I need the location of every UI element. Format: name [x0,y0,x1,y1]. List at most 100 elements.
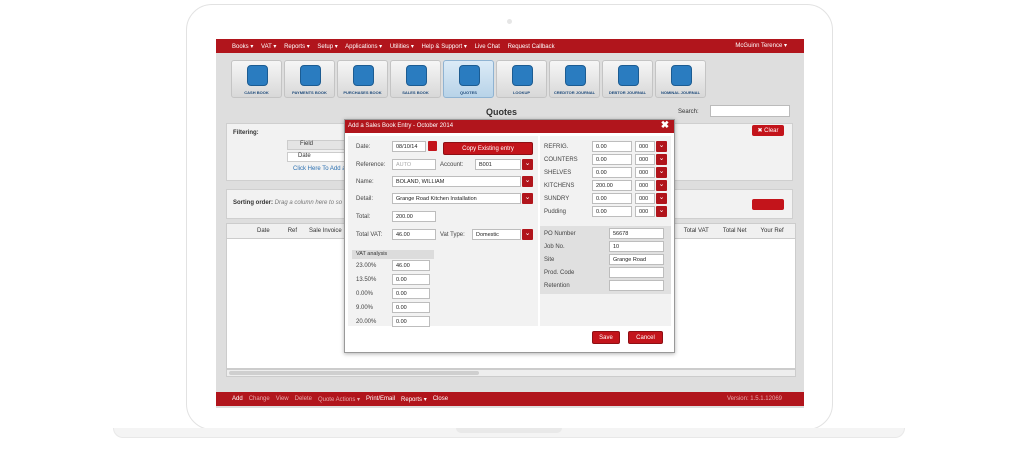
total-field[interactable]: 200.00 [392,211,436,222]
po-number-field[interactable]: 56678 [609,228,664,239]
extra-label: Site [544,257,555,263]
vat-rate-label: 20.00% [356,319,377,325]
job-no-field[interactable]: 10 [609,241,664,252]
category-amount[interactable]: 0.00 [592,141,632,152]
scrollbar-thumb[interactable] [229,371,479,375]
category-label: COUNTERS [544,157,578,163]
category-amount[interactable]: 0.00 [592,193,632,204]
menu-reports[interactable]: Reports ▾ [284,44,310,50]
category-amount[interactable]: 200.00 [592,180,632,191]
col-ref[interactable]: Ref [288,228,297,234]
close-button[interactable]: Close [433,396,448,402]
menu-help-support[interactable]: Help & Support ▾ [422,44,467,50]
tile-label: CASH BOOK [244,90,269,95]
category-amount[interactable]: 0.00 [592,206,632,217]
vat-rate-field[interactable]: 0.00 [392,288,430,299]
chevron-down-icon[interactable]: ⌄ [656,206,667,217]
account-field[interactable]: B001 [475,159,521,170]
menu-setup[interactable]: Setup ▾ [317,44,337,50]
chevron-down-icon[interactable]: ⌄ [656,167,667,178]
prod-code-field[interactable] [609,267,664,278]
category-label: KITCHENS [544,183,575,189]
delete-button[interactable]: Delete [295,396,312,402]
quote-actions-menu[interactable]: Quote Actions ▾ [318,396,360,403]
chevron-down-icon[interactable]: ⌄ [522,176,533,187]
horizontal-scrollbar[interactable] [226,369,796,377]
user-menu[interactable]: McGuinn Terence ▾ [735,42,787,49]
tile-nominal-journal[interactable]: NOMINAL JOURNAL [655,60,706,98]
sorting-hint: Drag a column here to so [274,200,343,206]
page-title: Quotes [486,107,518,117]
category-code[interactable]: 000 [635,167,655,178]
vat-rate-field[interactable]: 46.00 [392,260,430,271]
vat-rate-field[interactable]: 0.00 [392,316,430,327]
menu-live-chat[interactable]: Live Chat [475,44,500,50]
vat-type-select[interactable]: Domestic [472,229,521,240]
clear-filter-button[interactable]: ✖ Clear [752,125,784,136]
tile-debtor-journal[interactable]: DEBTOR JOURNAL [602,60,653,98]
menu-vat[interactable]: VAT ▾ [261,44,276,50]
cancel-button[interactable]: Cancel [628,331,663,344]
tile-creditor-journal[interactable]: CREDITOR JOURNAL [549,60,600,98]
chevron-down-icon[interactable]: ⌄ [656,180,667,191]
category-amount[interactable]: 0.00 [592,167,632,178]
category-code[interactable]: 000 [635,206,655,217]
vat-rate-label: 13.50% [356,277,377,283]
chevron-down-icon[interactable]: ⌄ [656,193,667,204]
tile-quotes[interactable]: QUOTES [443,60,494,98]
category-amount[interactable]: 0.00 [592,154,632,165]
total-vat-field[interactable]: 46.00 [392,229,436,240]
tile-payments-book[interactable]: PAYMENTS BOOK [284,60,335,98]
chevron-down-icon[interactable]: ⌄ [656,141,667,152]
top-menu-bar: Books ▾ VAT ▾ Reports ▾ Setup ▾ Applicat… [216,39,804,53]
col-sale-invoice[interactable]: Sale Invoice [309,228,342,234]
tile-purchases-book[interactable]: PURCHASES BOOK [337,60,388,98]
dialog-close-icon[interactable]: ✖ [660,121,670,131]
change-button[interactable]: Change [249,396,270,402]
view-button[interactable]: View [276,396,289,402]
search-input[interactable] [710,105,790,117]
print-email-button[interactable]: Print/Email [366,396,395,402]
clear-sort-button[interactable] [752,199,784,210]
calculator-icon [353,65,374,86]
search-label: Search: [678,109,699,115]
save-button[interactable]: Save [592,331,620,344]
chevron-down-icon[interactable]: ⌄ [522,229,533,240]
calendar-icon[interactable] [428,141,437,151]
tile-label: CREDITOR JOURNAL [553,90,596,95]
category-code[interactable]: 000 [635,141,655,152]
category-code[interactable]: 000 [635,180,655,191]
col-total-vat[interactable]: Total VAT [684,228,709,234]
reports-menu[interactable]: Reports ▾ [401,396,427,403]
clear-button-label: Clear [764,127,779,134]
chevron-down-icon[interactable]: ⌄ [522,193,533,204]
add-button[interactable]: Add [232,396,243,402]
tile-cash-book[interactable]: CASH BOOK [231,60,282,98]
tile-label: PAYMENTS BOOK [292,90,327,95]
col-total-net[interactable]: Total Net [723,228,747,234]
chevron-down-icon[interactable]: ⌄ [522,159,533,170]
date-field[interactable]: 08/10/14 [392,141,426,152]
site-field[interactable]: Grange Road [609,254,664,265]
detail-label: Detail: [356,196,374,202]
tile-sales-book[interactable]: SALES BOOK [390,60,441,98]
col-your-ref[interactable]: Your Ref [761,228,784,234]
close-icon: ✖ [757,128,765,134]
vat-rate-field[interactable]: 0.00 [392,274,430,285]
reference-field[interactable]: AUTO [392,159,436,170]
card-icon [300,65,321,86]
name-field[interactable]: BOLAND, WILLIAM [392,176,521,187]
chevron-down-icon[interactable]: ⌄ [656,154,667,165]
vat-rate-field[interactable]: 0.00 [392,302,430,313]
menu-applications[interactable]: Applications ▾ [345,44,382,50]
menu-request-callback[interactable]: Request Callback [508,44,555,50]
tile-lookup[interactable]: LOOKUP [496,60,547,98]
category-code[interactable]: 000 [635,193,655,204]
menu-books[interactable]: Books ▾ [232,44,253,50]
category-code[interactable]: 000 [635,154,655,165]
detail-field[interactable]: Grange Road Kitchen Installation [392,193,521,204]
menu-utilities[interactable]: Utilities ▾ [390,44,414,50]
col-date[interactable]: Date [257,228,270,234]
copy-existing-button[interactable]: Copy Existing entry [443,142,533,155]
retention-field[interactable] [609,280,664,291]
